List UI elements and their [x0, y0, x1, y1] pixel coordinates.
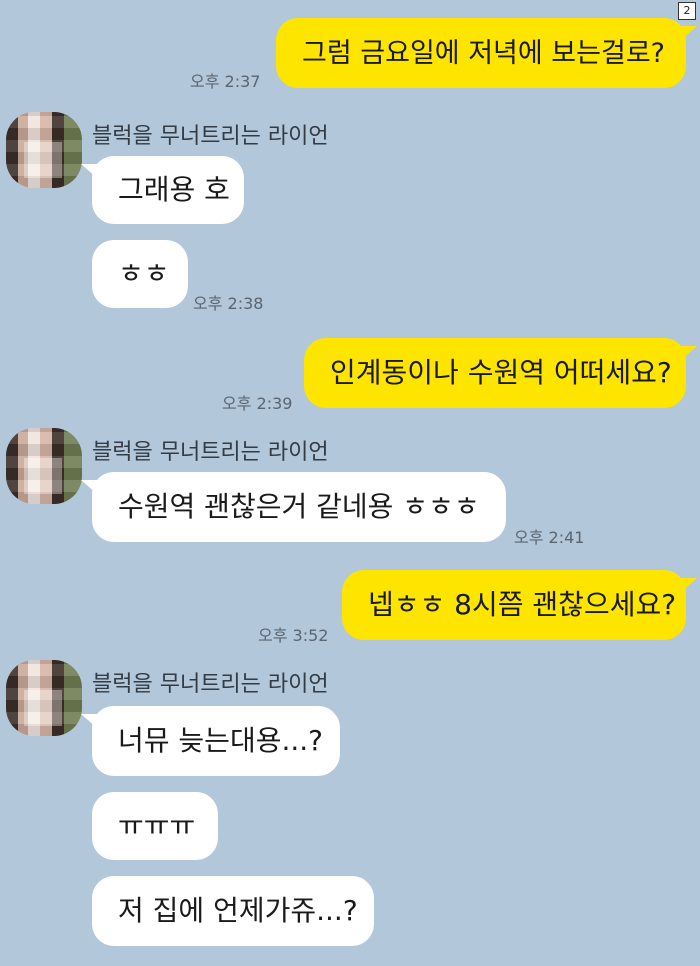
their-message-bubble[interactable]: ㅠㅠㅠ [92, 792, 218, 860]
message-timestamp: 오후 2:41 [514, 528, 585, 547]
my-message-bubble[interactable]: 넵ㅎㅎ 8시쯤 괜찮으세요? [342, 570, 697, 640]
their-message-bubble[interactable]: 너뮤 늦는대용...? [81, 706, 340, 776]
sender-name: 블럭을 무너트리는 라이언 [92, 440, 329, 465]
sender-name: 블럭을 무너트리는 라이언 [92, 124, 329, 149]
my-message-bubble[interactable]: 인계동이나 수원역 어떠세요? [304, 338, 697, 408]
their-message-bubble[interactable]: 수원역 괜찮은거 같네용 ㅎㅎㅎ [81, 472, 506, 542]
my-message-bubble[interactable]: 그럼 금요일에 저녁에 보는걸로? [276, 18, 697, 88]
their-message-bubble[interactable]: 저 집에 언제가쥬...? [92, 876, 374, 946]
message-timestamp: 오후 2:37 [190, 72, 261, 91]
contact-avatar[interactable] [6, 660, 82, 736]
contact-avatar[interactable] [6, 428, 82, 504]
message-timestamp: 오후 3:52 [258, 626, 329, 645]
message-timestamp: 오후 2:39 [222, 394, 293, 413]
their-message-bubble[interactable]: ㅎㅎ [92, 240, 188, 308]
page-number-badge: 2 [678, 2, 696, 20]
sender-name: 블럭을 무너트리는 라이언 [92, 672, 329, 697]
message-timestamp: 오후 2:38 [193, 294, 264, 313]
contact-avatar[interactable] [6, 112, 82, 188]
their-message-bubble[interactable]: 그래용 호 [81, 156, 244, 224]
